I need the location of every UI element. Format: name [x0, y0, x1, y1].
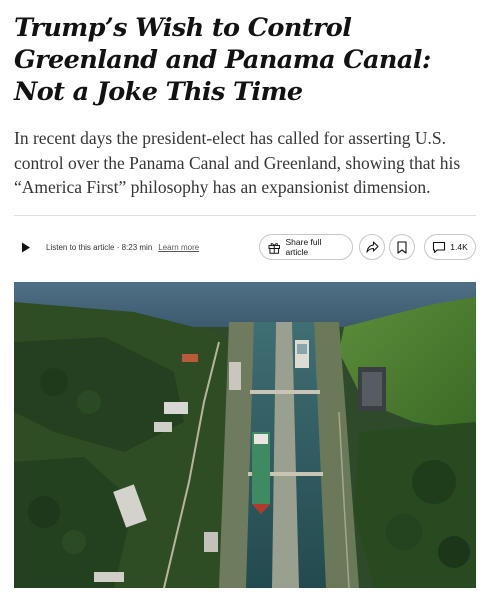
article-headline: Trump’s Wish to Control Greenland and Pa… [14, 13, 431, 107]
play-button[interactable] [14, 235, 38, 259]
article-summary: In recent days the president-elect has c… [14, 128, 461, 197]
divider [14, 215, 476, 216]
listen-duration-label: Listen to this article · 8:23 min [46, 242, 153, 252]
comments-button[interactable]: 1.4K [424, 234, 476, 260]
learn-more-link[interactable]: Learn more [158, 243, 199, 252]
share-arrow-icon [365, 241, 379, 253]
save-bookmark-button[interactable] [389, 234, 415, 260]
article-photo [14, 282, 476, 588]
bookmark-icon [397, 240, 407, 254]
play-icon [22, 242, 30, 252]
canal-aerial-image [14, 282, 476, 588]
share-full-article-button[interactable]: Share full article [259, 234, 353, 260]
gift-icon [268, 242, 281, 254]
share-button[interactable] [359, 234, 385, 260]
share-full-article-label: Share full article [285, 237, 322, 257]
comment-count: 1.4K [450, 242, 468, 252]
comment-icon [433, 241, 446, 253]
article-toolbar: Listen to this article · 8:23 min Learn … [14, 232, 476, 262]
listen-control[interactable]: Listen to this article · 8:23 min Learn … [14, 232, 199, 262]
